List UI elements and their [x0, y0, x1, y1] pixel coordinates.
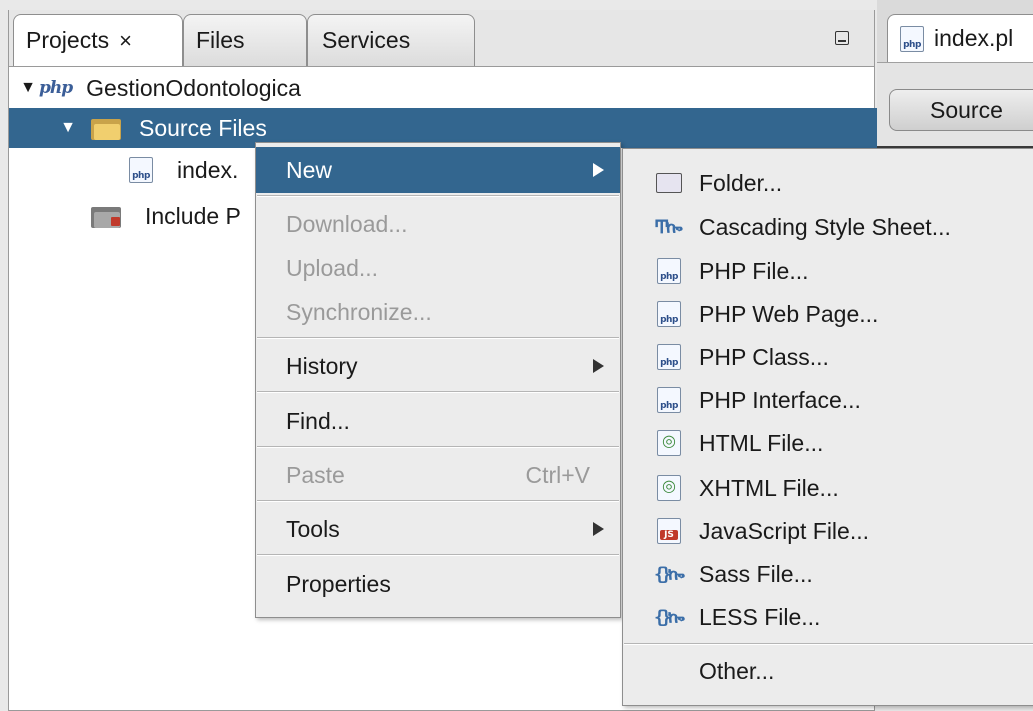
- menu-item-label: Synchronize...: [286, 298, 432, 325]
- tab-files[interactable]: Files: [183, 14, 307, 66]
- php-file-icon: [657, 301, 681, 327]
- tab-services-label: Services: [322, 27, 411, 53]
- submenu-item-label: HTML File...: [699, 429, 824, 456]
- submenu-item-php-web-page[interactable]: PHP Web Page...: [623, 292, 1033, 336]
- menu-item-synchronize: Synchronize...: [256, 289, 620, 335]
- source-button-label: Source: [930, 96, 1003, 123]
- menu-separator: [257, 337, 619, 339]
- menu-item-paste: Paste Ctrl+V: [256, 452, 620, 498]
- paste-shortcut: Ctrl+V: [525, 461, 590, 488]
- submenu-item-label: PHP Web Page...: [699, 300, 879, 327]
- tab-projects-label: Projects: [26, 27, 110, 53]
- submenu-item-label: XHTML File...: [699, 474, 839, 501]
- submenu-item-less-file[interactable]: {}ኰ LESS File...: [623, 595, 1033, 639]
- submenu-item-folder[interactable]: Folder...: [623, 161, 1033, 205]
- submenu-item-label: PHP Interface...: [699, 386, 861, 413]
- tab-projects[interactable]: Projects ×: [13, 14, 183, 66]
- menu-item-label: Download...: [286, 210, 408, 237]
- menu-item-label: Upload...: [286, 254, 379, 281]
- menu-item-label: Find...: [286, 407, 350, 434]
- include-path-label: Include P: [145, 202, 241, 229]
- tree-item-project[interactable]: ▼ php GestionOdontologica: [9, 68, 882, 108]
- menu-item-download: Download...: [256, 201, 620, 247]
- submenu-item-label: Sass File...: [699, 560, 813, 587]
- menu-item-history[interactable]: History: [256, 343, 620, 389]
- menu-separator: [624, 643, 1033, 645]
- menu-item-tools[interactable]: Tools: [256, 506, 620, 552]
- php-file-icon: [657, 344, 681, 370]
- submenu-item-label: LESS File...: [699, 603, 821, 630]
- menu-separator: [257, 554, 619, 556]
- index-file-label: index.: [177, 156, 239, 183]
- submenu-item-css[interactable]: Ͳኰ Cascading Style Sheet...: [623, 205, 1033, 249]
- php-logo-icon: php: [39, 78, 73, 98]
- minimize-icon[interactable]: [835, 31, 849, 45]
- submenu-item-html-file[interactable]: HTML File...: [623, 421, 1033, 465]
- html-file-icon: [657, 475, 681, 501]
- source-button[interactable]: Source: [889, 89, 1033, 131]
- source-files-label: Source Files: [139, 114, 267, 141]
- context-menu: New Download... Upload... Synchronize...…: [255, 142, 621, 618]
- menu-item-find[interactable]: Find...: [256, 398, 620, 444]
- submenu-item-php-file[interactable]: PHP File...: [623, 249, 1033, 293]
- menu-item-label: History: [286, 352, 358, 379]
- menu-separator: [257, 195, 619, 197]
- expand-toggle-icon[interactable]: ▼: [57, 119, 79, 137]
- folder-icon: [656, 173, 682, 193]
- project-name: GestionOdontologica: [86, 74, 301, 101]
- tab-files-label: Files: [196, 27, 245, 53]
- source-folder-icon: [91, 116, 121, 140]
- css-icon: Ͳኰ: [654, 216, 683, 238]
- menu-separator: [257, 500, 619, 502]
- submenu-item-xhtml-file[interactable]: XHTML File...: [623, 466, 1033, 510]
- editor-tab-label: index.pl: [934, 25, 1014, 51]
- include-folder-icon: [91, 204, 121, 228]
- submenu-item-php-interface[interactable]: PHP Interface...: [623, 378, 1033, 422]
- sass-file-icon: {}ኰ: [654, 563, 685, 585]
- php-file-icon: [657, 387, 681, 413]
- submenu-arrow-icon: [593, 359, 604, 373]
- menu-item-label: New: [286, 156, 333, 183]
- submenu-item-label: PHP Class...: [699, 343, 829, 370]
- submenu-item-label: JavaScript File...: [699, 517, 869, 544]
- menu-item-upload: Upload...: [256, 245, 620, 291]
- menu-item-label: Tools: [286, 515, 340, 542]
- php-file-icon: [657, 258, 681, 284]
- new-submenu: Folder... Ͳኰ Cascading Style Sheet... PH…: [622, 148, 1033, 706]
- menu-item-new[interactable]: New: [256, 147, 620, 193]
- menu-item-properties[interactable]: Properties: [256, 561, 620, 607]
- menu-separator: [257, 446, 619, 448]
- close-icon[interactable]: ×: [119, 28, 132, 54]
- html-file-icon: [657, 430, 681, 456]
- menu-item-label: Properties: [286, 570, 391, 597]
- php-file-icon: [129, 157, 153, 183]
- submenu-item-sass-file[interactable]: {}ኰ Sass File...: [623, 552, 1033, 596]
- javascript-file-icon: [657, 518, 681, 544]
- menu-separator: [257, 391, 619, 393]
- submenu-item-php-class[interactable]: PHP Class...: [623, 335, 1033, 379]
- submenu-item-label: Cascading Style Sheet...: [699, 213, 951, 240]
- panel-tab-bar: Projects × Files Services: [9, 10, 874, 67]
- submenu-arrow-icon: [593, 522, 604, 536]
- submenu-item-label: Folder...: [699, 169, 783, 196]
- editor-toolbar: Source: [877, 62, 1033, 147]
- submenu-item-label: Other...: [699, 657, 775, 684]
- menu-item-label: Paste: [286, 461, 345, 488]
- submenu-item-label: PHP File...: [699, 257, 809, 284]
- php-file-icon: [900, 25, 924, 52]
- tab-services[interactable]: Services: [307, 14, 475, 66]
- submenu-item-other[interactable]: Other...: [623, 649, 1033, 693]
- submenu-item-javascript-file[interactable]: JavaScript File...: [623, 509, 1033, 553]
- submenu-arrow-icon: [593, 163, 604, 177]
- less-file-icon: {}ኰ: [654, 606, 685, 628]
- editor-tab-index[interactable]: index.pl: [887, 14, 1033, 62]
- expand-toggle-icon[interactable]: ▼: [17, 79, 39, 97]
